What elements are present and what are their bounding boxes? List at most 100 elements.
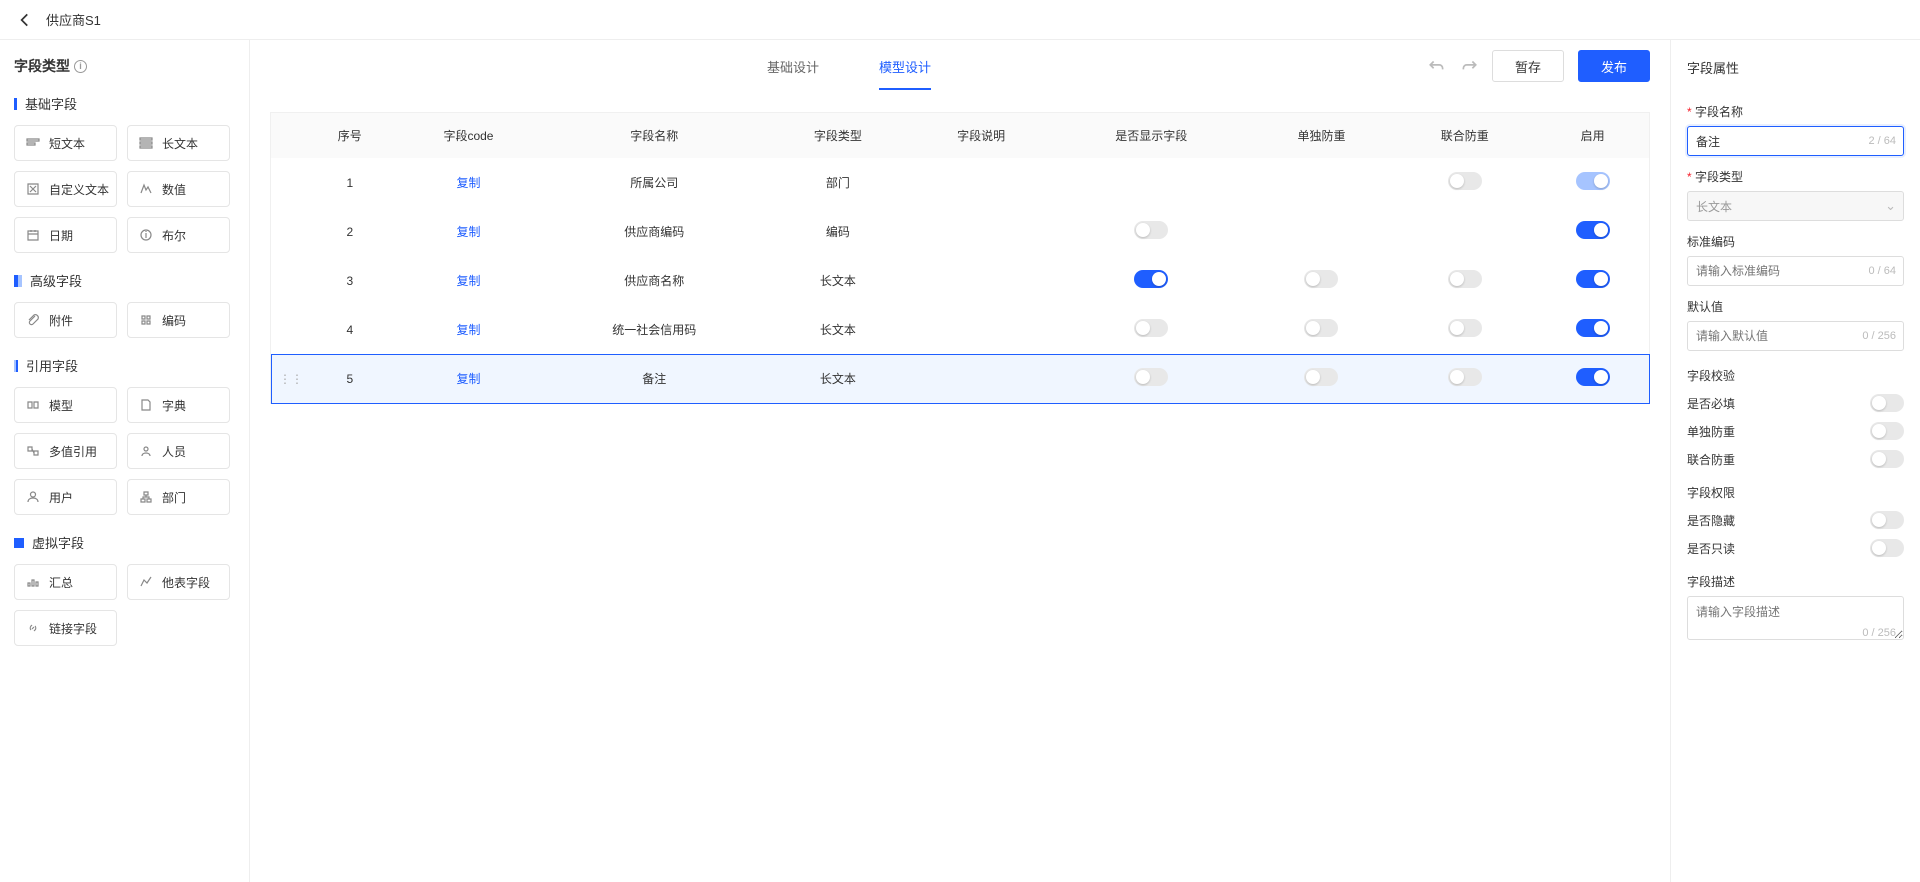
field-type-chip[interactable]: 长文本 [127, 125, 230, 161]
chip-icon [138, 181, 154, 197]
table-header-cell: 序号 [305, 113, 395, 159]
toggle-showfield[interactable] [1134, 368, 1168, 386]
field-type-chip[interactable]: 模型 [14, 387, 117, 423]
toggle-enable[interactable] [1576, 270, 1610, 288]
toggle-enable[interactable] [1576, 368, 1610, 386]
field-type-chip[interactable]: 汇总 [14, 564, 117, 600]
category-title: 基础字段 [14, 94, 235, 113]
toggle-union[interactable] [1448, 270, 1482, 288]
publish-button[interactable]: 发布 [1578, 50, 1650, 82]
cell-idx: 4 [305, 305, 395, 354]
cell-idx: 1 [305, 158, 395, 207]
table-header-cell: 字段code [395, 113, 543, 159]
chip-icon [25, 489, 41, 505]
tab-item[interactable]: 基础设计 [767, 43, 819, 90]
undo-icon[interactable] [1428, 57, 1446, 75]
toggle-option[interactable] [1870, 539, 1904, 557]
toggle-option[interactable] [1870, 422, 1904, 440]
chip-label: 编码 [162, 312, 186, 329]
table-row[interactable]: 3 复制 供应商名称 长文本 [271, 256, 1650, 305]
chip-label: 日期 [49, 227, 73, 244]
toggle-solo[interactable] [1304, 368, 1338, 386]
info-icon[interactable]: i [74, 60, 87, 73]
table-row[interactable]: ⋮⋮ 5 复制 备注 长文本 [271, 354, 1650, 404]
field-type-chip[interactable]: 数值 [127, 171, 230, 207]
switch-label: 是否必填 [1687, 395, 1735, 412]
chip-icon [25, 443, 41, 459]
copy-link[interactable]: 复制 [456, 274, 480, 288]
toggle-option[interactable] [1870, 511, 1904, 529]
chip-label: 短文本 [49, 135, 85, 152]
toggle-solo[interactable] [1304, 319, 1338, 337]
chip-label: 用户 [49, 489, 73, 506]
chip-label: 汇总 [49, 574, 73, 591]
chip-icon [25, 397, 41, 413]
toggle-union[interactable] [1448, 368, 1482, 386]
field-type-chip[interactable]: 附件 [14, 302, 117, 338]
toggle-union[interactable] [1448, 319, 1482, 337]
chip-label: 部门 [162, 489, 186, 506]
desc-label: 字段描述 [1687, 573, 1904, 590]
table-header-cell: 字段类型 [766, 113, 909, 159]
switch-row: 是否隐藏 [1687, 511, 1904, 529]
field-type-chip[interactable]: 部门 [127, 479, 230, 515]
toggle-option[interactable] [1870, 394, 1904, 412]
cell-idx: 2 [305, 207, 395, 256]
field-type-chip[interactable]: 字典 [127, 387, 230, 423]
field-type-chip[interactable]: 布尔 [127, 217, 230, 253]
field-type-chip[interactable]: 他表字段 [127, 564, 230, 600]
cell-name: 供应商名称 [542, 256, 766, 305]
table-header-cell [271, 113, 306, 159]
back-arrow-icon[interactable] [16, 11, 34, 29]
cell-name: 所属公司 [542, 158, 766, 207]
tabs-bar: 基础设计 模型设计 暂存 发布 [250, 40, 1670, 92]
std-code-count: 0 / 64 [1868, 265, 1896, 277]
tab-item[interactable]: 模型设计 [879, 43, 931, 90]
chip-label: 数值 [162, 181, 186, 198]
cell-desc [910, 158, 1053, 207]
fields-table: 序号字段code字段名称字段类型字段说明是否显示字段单独防重联合防重启用 1 复… [270, 112, 1650, 404]
toggle-showfield[interactable] [1134, 319, 1168, 337]
chip-label: 模型 [49, 397, 73, 414]
toggle-option[interactable] [1870, 450, 1904, 468]
cell-type: 长文本 [766, 256, 909, 305]
left-panel: 字段类型 i 基础字段短文本长文本自定义文本数值日期布尔高级字段附件编码引用字段… [0, 40, 250, 882]
cell-idx: 3 [305, 256, 395, 305]
redo-icon[interactable] [1460, 57, 1478, 75]
cell-desc [910, 305, 1053, 354]
table-row[interactable]: 4 复制 统一社会信用码 长文本 [271, 305, 1650, 354]
chip-icon [138, 397, 154, 413]
toggle-solo[interactable] [1304, 270, 1338, 288]
table-row[interactable]: 2 复制 供应商编码 编码 [271, 207, 1650, 256]
copy-link[interactable]: 复制 [456, 225, 480, 239]
chip-icon [138, 135, 154, 151]
drag-handle-icon[interactable]: ⋮⋮ [279, 372, 297, 386]
field-name-count: 2 / 64 [1868, 135, 1896, 147]
copy-link[interactable]: 复制 [456, 323, 480, 337]
default-val-label: 默认值 [1687, 298, 1904, 315]
field-type-chip[interactable]: 自定义文本 [14, 171, 117, 207]
toggle-enable[interactable] [1576, 221, 1610, 239]
switch-label: 联合防重 [1687, 451, 1735, 468]
field-type-chip[interactable]: 编码 [127, 302, 230, 338]
top-header: 供应商S1 [0, 0, 1920, 40]
toggle-showfield[interactable] [1134, 270, 1168, 288]
field-type-chip[interactable]: 短文本 [14, 125, 117, 161]
field-type-chip[interactable]: 日期 [14, 217, 117, 253]
category-title: 高级字段 [14, 271, 235, 290]
field-type-chip[interactable]: 用户 [14, 479, 117, 515]
field-type-chip[interactable]: 链接字段 [14, 610, 117, 646]
chip-label: 附件 [49, 312, 73, 329]
cell-type: 长文本 [766, 354, 909, 404]
toggle-enable[interactable] [1576, 319, 1610, 337]
field-type-chip[interactable]: 人员 [127, 433, 230, 469]
cell-type: 部门 [766, 158, 909, 207]
switch-row: 是否只读 [1687, 539, 1904, 557]
field-type-chip[interactable]: 多值引用 [14, 433, 117, 469]
chip-icon [25, 135, 41, 151]
copy-link[interactable]: 复制 [456, 176, 480, 190]
copy-link[interactable]: 复制 [456, 372, 480, 386]
toggle-showfield[interactable] [1134, 221, 1168, 239]
table-row[interactable]: 1 复制 所属公司 部门 [271, 158, 1650, 207]
save-button[interactable]: 暂存 [1492, 50, 1564, 82]
